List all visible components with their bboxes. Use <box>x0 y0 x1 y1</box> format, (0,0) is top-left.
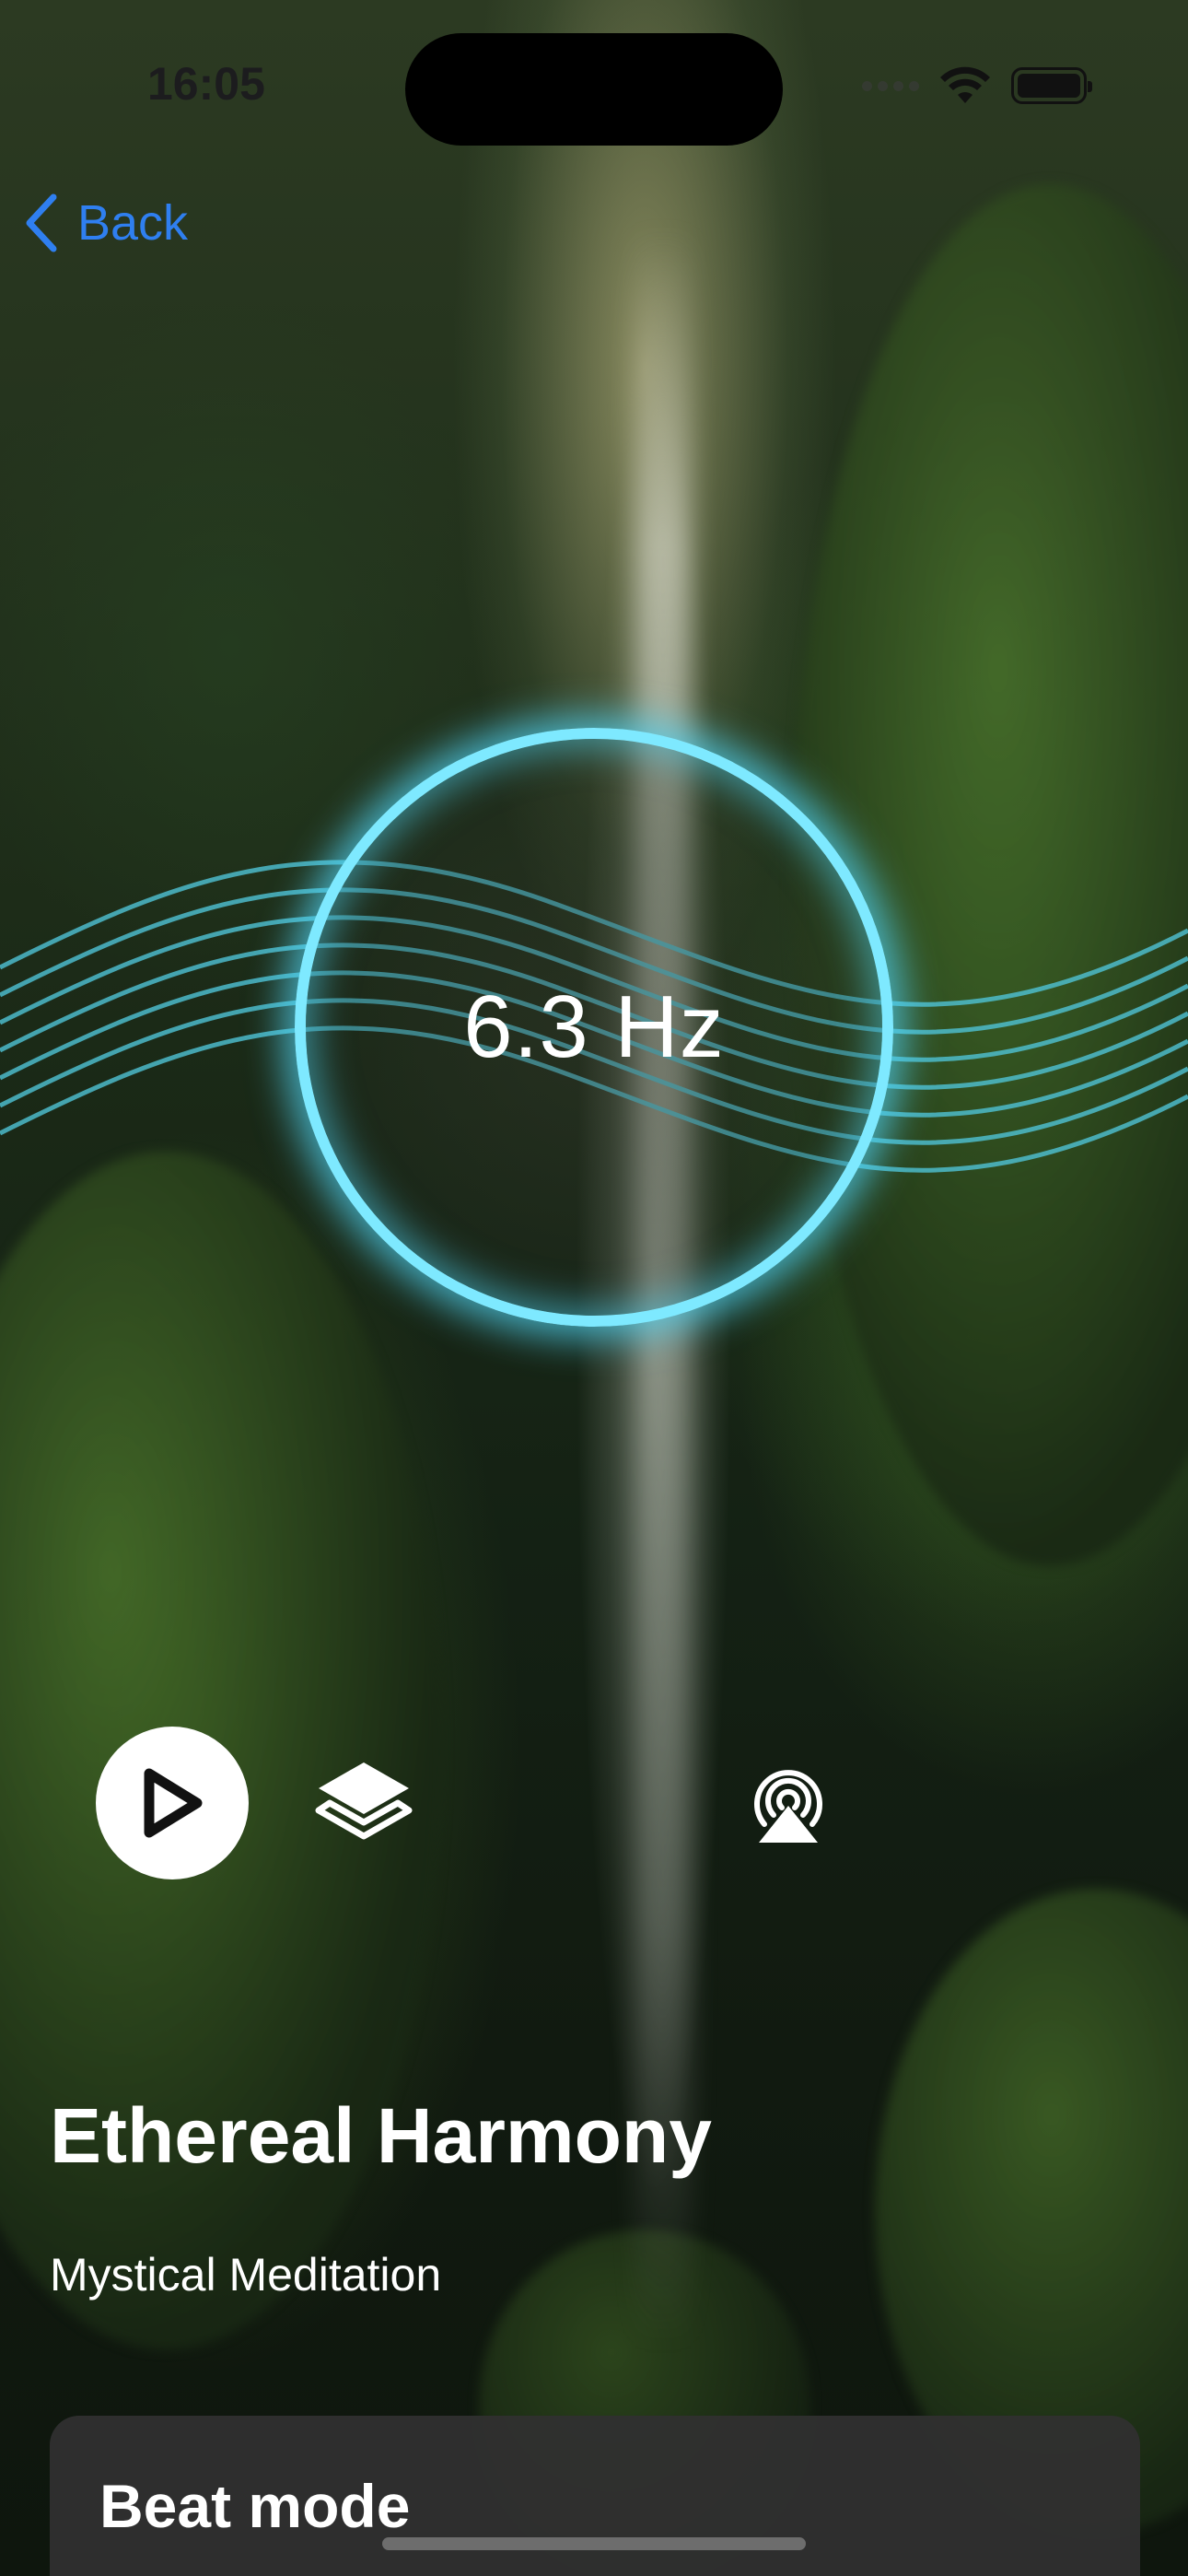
wifi-icon <box>940 66 990 103</box>
home-indicator[interactable] <box>382 2537 806 2550</box>
sheet-title: Beat mode <box>99 2472 411 2540</box>
beat-mode-sheet[interactable]: Beat mode <box>50 2416 1140 2576</box>
status-icons <box>862 66 1092 105</box>
track-title: Ethereal Harmony <box>50 2092 712 2179</box>
play-icon <box>144 1768 203 1838</box>
frequency-ring: 6.3 Hz <box>295 728 893 1327</box>
airplay-icon[interactable] <box>744 1760 833 1848</box>
frequency-value: 6.3 Hz <box>463 978 725 1076</box>
dynamic-island <box>405 33 783 146</box>
layers-icon[interactable] <box>313 1755 414 1852</box>
battery-icon <box>1011 67 1092 104</box>
chevron-left-icon <box>26 193 57 252</box>
track-subtitle: Mystical Meditation <box>50 2249 442 2301</box>
back-button[interactable]: Back <box>24 193 188 252</box>
status-time: 16:05 <box>147 58 265 110</box>
play-button[interactable] <box>96 1727 249 1879</box>
screen: 16:05 Back 6.3 Hz Ethereal Harmony Mysti… <box>0 0 1188 2576</box>
cellular-signal-icon <box>862 80 919 91</box>
back-label: Back <box>77 195 189 251</box>
